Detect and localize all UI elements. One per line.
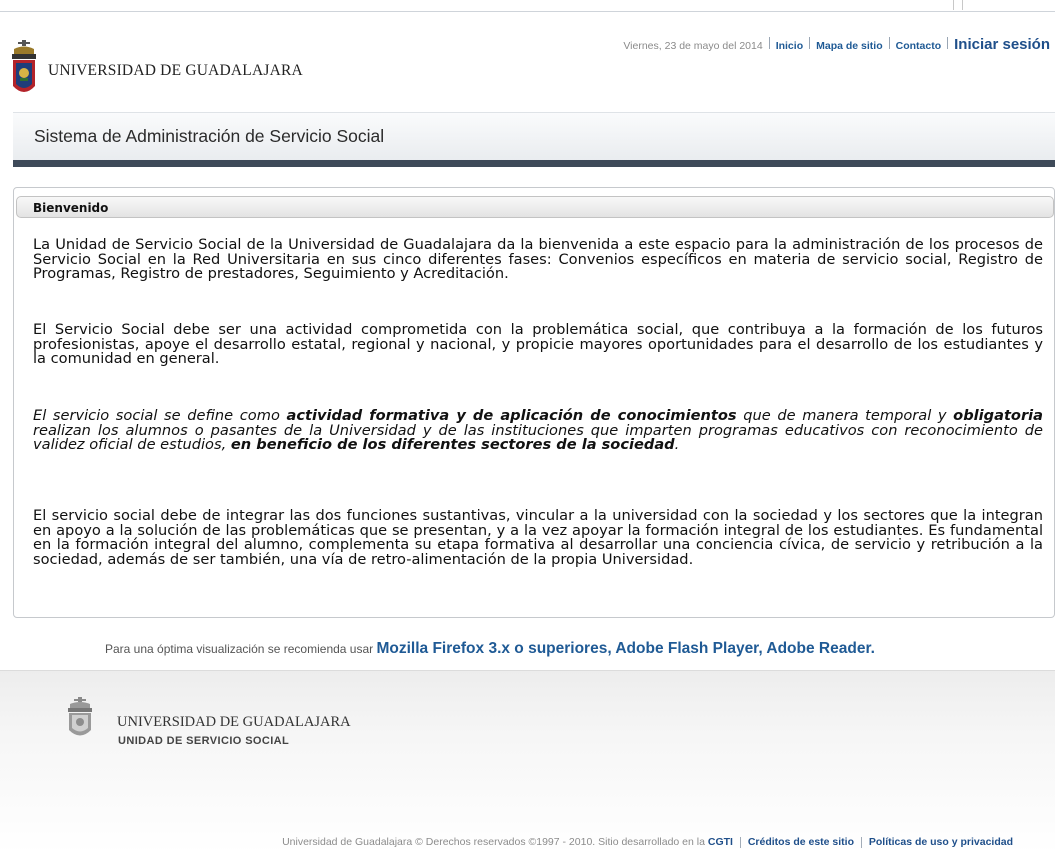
current-date: Viernes, 23 de mayo del 2014 xyxy=(623,40,763,52)
top-strip xyxy=(0,0,1055,12)
welcome-heading: Bienvenido xyxy=(33,201,109,215)
nav-link-inicio[interactable]: Inicio xyxy=(776,40,803,52)
recommended-software-links[interactable]: Mozilla Firefox 3.x o superiores, Adobe … xyxy=(376,640,874,657)
welcome-paragraph-1: La Unidad de Servicio Social de la Unive… xyxy=(33,236,1043,282)
footer-brand: UNIVERSIDAD DE GUADALAJARA xyxy=(117,714,351,730)
browser-recommendation: Para una óptima visualización se recomie… xyxy=(105,640,875,657)
nav-link-contacto[interactable]: Contacto xyxy=(896,40,942,52)
divider xyxy=(860,836,862,848)
footer-shield-icon xyxy=(68,697,92,736)
divider xyxy=(888,37,890,49)
copyright-bar: Universidad de Guadalajara © Derechos re… xyxy=(282,836,1013,848)
welcome-paragraph-4: El servicio social debe de integrar las … xyxy=(33,507,1043,568)
credits-link[interactable]: Créditos de este sitio xyxy=(748,836,854,848)
divider xyxy=(947,37,949,49)
university-brand: UNIVERSIDAD DE GUADALAJARA xyxy=(48,62,303,79)
divider xyxy=(739,836,741,848)
welcome-panel-header xyxy=(16,196,1054,218)
welcome-paragraph-2: El Servicio Social debe ser una activida… xyxy=(33,321,1043,367)
divider xyxy=(768,37,770,49)
footer-subtitle: UNIDAD DE SERVICIO SOCIAL xyxy=(118,735,290,747)
divider xyxy=(953,0,954,10)
top-nav: Viernes, 23 de mayo del 2014 Inicio Mapa… xyxy=(623,36,1050,53)
divider xyxy=(962,0,963,10)
cgti-link[interactable]: CGTI xyxy=(708,836,733,848)
footer xyxy=(0,670,1055,854)
privacy-policy-link[interactable]: Políticas de uso y privacidad xyxy=(869,836,1013,848)
system-title-band-border xyxy=(13,160,1055,167)
divider xyxy=(809,37,811,49)
login-link[interactable]: Iniciar sesión xyxy=(954,36,1050,53)
system-title: Sistema de Administración de Servicio So… xyxy=(34,126,385,146)
welcome-paragraph-3: El servicio social se define como activi… xyxy=(33,407,1043,453)
nav-link-mapa-de-sitio[interactable]: Mapa de sitio xyxy=(816,40,883,52)
university-shield-icon xyxy=(12,40,36,92)
